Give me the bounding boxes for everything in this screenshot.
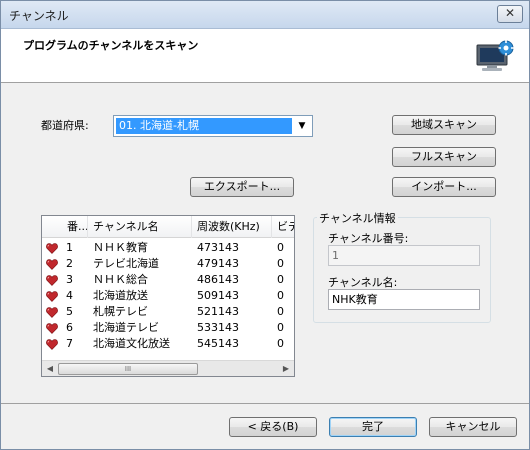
scrollbar-thumb[interactable]: III (58, 363, 198, 375)
column-frequency[interactable]: 周波数(KHz) (192, 216, 272, 238)
table-row[interactable]: 5 札幌テレビ 521143 0 (42, 304, 294, 320)
region-combobox[interactable]: 01. 北海道-札幌 ▼ (113, 115, 313, 137)
heart-icon (46, 339, 58, 350)
heart-icon (46, 291, 58, 302)
channel-name-field[interactable]: NHK教育 (328, 289, 480, 310)
heart-icon (46, 275, 58, 286)
table-row[interactable]: 6 北海道テレビ 533143 0 (42, 320, 294, 336)
cell-video: 0 (277, 289, 284, 302)
horizontal-scrollbar[interactable]: ◀ III ▶ (42, 360, 294, 376)
chevron-down-icon[interactable]: ▼ (295, 119, 309, 133)
cell-number: 1 (66, 241, 73, 254)
cell-number: 2 (66, 257, 73, 270)
cell-frequency: 509143 (197, 289, 239, 302)
cell-video: 0 (277, 321, 284, 334)
channel-list[interactable]: 番... チャンネル名 周波数(KHz) ビデ 1 ＮＨＫ教育 473143 0 2 テレ… (41, 215, 295, 377)
cell-video: 0 (277, 273, 284, 286)
cancel-button[interactable]: キャンセル (429, 417, 517, 437)
channel-info-legend: チャンネル情報 (317, 210, 398, 226)
cell-channel-name: ＮＨＫ教育 (93, 241, 148, 254)
cell-number: 4 (66, 289, 73, 302)
cell-frequency: 533143 (197, 321, 239, 334)
cell-channel-name: 北海道テレビ (93, 321, 159, 334)
scroll-right-icon[interactable]: ▶ (279, 362, 293, 376)
title-bar: チャンネル ✕ (1, 1, 529, 29)
close-button[interactable]: ✕ (497, 5, 523, 23)
cell-video: 0 (277, 241, 284, 254)
channel-name-label: チャンネル名: (328, 276, 398, 289)
scrollbar-grip: III (124, 365, 132, 373)
channel-list-header: 番... チャンネル名 周波数(KHz) ビデ (42, 216, 294, 238)
channel-number-field: 1 (328, 245, 480, 266)
cell-frequency: 473143 (197, 241, 239, 254)
import-button[interactable]: インポート... (392, 177, 496, 197)
column-number[interactable]: 番... (62, 216, 88, 238)
cell-number: 3 (66, 273, 73, 286)
region-selected-value: 01. 北海道-札幌 (116, 118, 292, 134)
table-row[interactable]: 1 ＮＨＫ教育 473143 0 (42, 240, 294, 256)
page-title: プログラムのチャンネルをスキャン (23, 39, 199, 52)
heart-icon (46, 243, 58, 254)
export-button[interactable]: エクスポート... (190, 177, 294, 197)
finish-button[interactable]: 完了 (329, 417, 417, 437)
wizard-header: プログラムのチャンネルをスキャン (1, 29, 529, 83)
cell-video: 0 (277, 305, 284, 318)
back-button[interactable]: < 戻る(B) (229, 417, 317, 437)
close-icon: ✕ (504, 6, 516, 20)
cell-channel-name: 北海道放送 (93, 289, 148, 302)
cell-channel-name: 札幌テレビ (93, 305, 148, 318)
column-channel-name[interactable]: チャンネル名 (88, 216, 192, 238)
full-scan-button[interactable]: フルスキャン (392, 147, 496, 167)
cell-video: 0 (277, 337, 284, 350)
channel-number-label: チャンネル番号: (328, 232, 409, 245)
cell-number: 5 (66, 305, 73, 318)
cell-frequency: 479143 (197, 257, 239, 270)
cell-channel-name: ＮＨＫ総合 (93, 273, 148, 286)
scroll-left-icon[interactable]: ◀ (43, 362, 57, 376)
cell-number: 6 (66, 321, 73, 334)
footer-divider (1, 403, 529, 404)
table-row[interactable]: 3 ＮＨＫ総合 486143 0 (42, 272, 294, 288)
region-label: 都道府県: (41, 119, 89, 132)
cell-channel-name: テレビ北海道 (93, 257, 159, 270)
cell-frequency: 521143 (197, 305, 239, 318)
heart-icon (46, 323, 58, 334)
cell-number: 7 (66, 337, 73, 350)
region-scan-button[interactable]: 地域スキャン (392, 115, 496, 135)
cell-video: 0 (277, 257, 284, 270)
cell-frequency: 486143 (197, 273, 239, 286)
heart-icon (46, 259, 58, 270)
column-video[interactable]: ビデ (272, 216, 294, 238)
channel-dialog: チャンネル ✕ プログラムのチャンネルをスキャン 都道府県: 01. 北海道-札… (0, 0, 530, 450)
window-title: チャンネル (9, 9, 69, 23)
table-row[interactable]: 2 テレビ北海道 479143 0 (42, 256, 294, 272)
tv-settings-icon (476, 40, 514, 71)
cell-channel-name: 北海道文化放送 (93, 337, 170, 350)
table-row[interactable]: 7 北海道文化放送 545143 0 (42, 336, 294, 352)
cell-frequency: 545143 (197, 337, 239, 350)
heart-icon (46, 307, 58, 318)
table-row[interactable]: 4 北海道放送 509143 0 (42, 288, 294, 304)
